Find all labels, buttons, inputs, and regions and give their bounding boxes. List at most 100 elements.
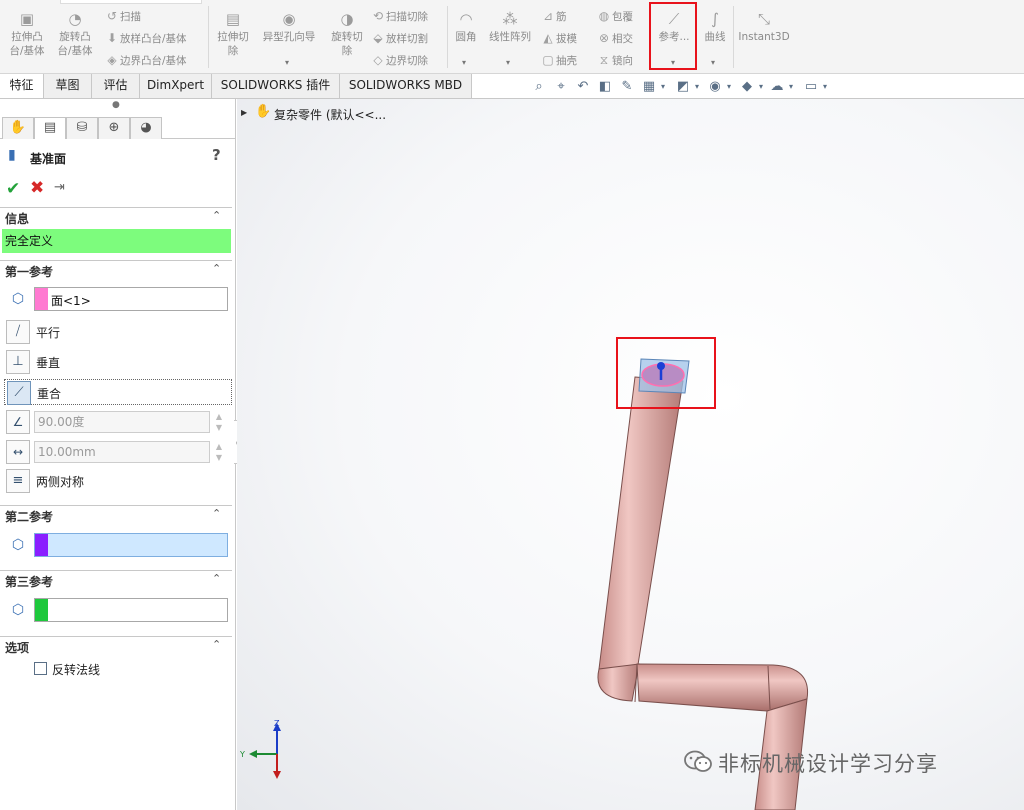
cancel-button[interactable]: ✖ bbox=[30, 178, 44, 198]
section-view-icon[interactable]: ◧ bbox=[596, 78, 614, 96]
collapse-chevron-icon[interactable]: ⌃ bbox=[212, 638, 221, 651]
collapse-chevron-icon[interactable]: ⌃ bbox=[212, 262, 221, 275]
angle-option[interactable]: ∠ 90.00度 ▲ ▼ bbox=[4, 409, 232, 435]
apply-scene-dropdown-icon[interactable]: ▾ bbox=[782, 78, 800, 96]
angle-spinner-icon[interactable]: ▲ ▼ bbox=[212, 411, 226, 433]
instant3d-label: Instant3D bbox=[738, 31, 790, 43]
angle-input[interactable]: 90.00度 bbox=[34, 411, 210, 433]
mirror-button[interactable]: ⧖ 镜向 bbox=[596, 52, 633, 69]
collapse-chevron-icon[interactable]: ⌃ bbox=[212, 507, 221, 520]
panel-grip-icon[interactable]: ● bbox=[112, 100, 120, 110]
tube-segment-horizontal[interactable] bbox=[636, 663, 809, 712]
hide-show-dropdown-icon[interactable]: ▾ bbox=[720, 78, 738, 96]
shell-button[interactable]: ▢ 抽壳 bbox=[540, 52, 577, 69]
section-header-second-reference[interactable]: 第二参考 ⌃ bbox=[0, 505, 232, 524]
ok-button[interactable]: ✔ bbox=[6, 179, 20, 199]
second-reference-selection-box[interactable] bbox=[34, 533, 228, 557]
linear-pattern-label: 线性阵列 bbox=[489, 31, 531, 43]
sweep-cut-button[interactable]: ⟲ 扫描切除 bbox=[370, 8, 428, 25]
wrap-label: 包覆 bbox=[612, 11, 633, 23]
section-header-first-reference[interactable]: 第一参考 ⌃ bbox=[0, 260, 232, 279]
angle-icon: ∠ bbox=[6, 410, 30, 434]
flip-normal-label: 反转法线 bbox=[52, 663, 101, 677]
view-orientation-dropdown-icon[interactable]: ▾ bbox=[654, 78, 672, 96]
section-title: 信息 bbox=[5, 212, 30, 226]
section-header-third-reference[interactable]: 第三参考 ⌃ bbox=[0, 570, 232, 589]
revolve-cut-icon: ◑ bbox=[340, 10, 354, 28]
zoom-to-area-icon[interactable]: ⌖ bbox=[552, 78, 570, 96]
collapse-chevron-icon[interactable]: ⌃ bbox=[212, 572, 221, 585]
first-reference-selection-box[interactable]: 面<1> bbox=[34, 287, 228, 311]
graphics-area[interactable]: ▶ ✋ 复杂零件 (默认<<... Z Y 非标机械设计学习分享 bbox=[237, 99, 1024, 810]
view-settings-dropdown-icon[interactable]: ▾ bbox=[816, 78, 834, 96]
display-style-dropdown-icon[interactable]: ▾ bbox=[688, 78, 706, 96]
displaymanager-tab-icon[interactable]: ◕ bbox=[130, 117, 162, 139]
configurationmanager-tab-icon[interactable]: ⛁ bbox=[66, 117, 98, 139]
extrude-boss-label-1: 拉伸凸 bbox=[11, 31, 43, 43]
section-header-info[interactable]: 信息 ⌃ bbox=[0, 207, 232, 226]
tab-evaluate[interactable]: 评估 bbox=[92, 74, 140, 98]
ribbon-separator bbox=[733, 6, 734, 68]
tab-features[interactable]: 特征 bbox=[0, 74, 44, 98]
zoom-to-fit-icon[interactable]: ⌕ bbox=[530, 78, 548, 96]
draft-button[interactable]: ◭ 拔模 bbox=[540, 30, 577, 47]
tab-label: SOLIDWORKS MBD bbox=[348, 78, 463, 92]
distance-spinner-icon[interactable]: ▲ ▼ bbox=[212, 441, 226, 463]
tube-elbow-lower[interactable] bbox=[597, 663, 640, 702]
help-button[interactable]: ? bbox=[212, 146, 221, 164]
previous-view-icon[interactable]: ↶ bbox=[574, 78, 592, 96]
pin-button[interactable]: ⇥ bbox=[54, 180, 65, 195]
tube-segment-upper[interactable] bbox=[598, 376, 684, 672]
loft-boss-button[interactable]: ⬇ 放样凸台/基体 bbox=[104, 30, 187, 47]
curves-dropdown-icon[interactable]: ▾ bbox=[711, 58, 715, 67]
face-selection-icon: ⬡ bbox=[11, 537, 25, 553]
fillet-dropdown-icon[interactable]: ▾ bbox=[462, 58, 466, 67]
tab-dimxpert[interactable]: DimXpert bbox=[140, 74, 212, 98]
hole-wizard-dropdown-icon[interactable]: ▾ bbox=[285, 58, 289, 67]
tab-solidworks-mbd[interactable]: SOLIDWORKS MBD bbox=[340, 74, 472, 98]
parallel-option[interactable]: ⧸ 平行 bbox=[4, 319, 232, 345]
extrude-boss-button[interactable]: ▣ 拉伸凸 台/基体 bbox=[6, 10, 48, 58]
fillet-button[interactable]: ◠ 圆角 bbox=[451, 10, 481, 44]
extrude-cut-button[interactable]: ▤ 拉伸切 除 bbox=[212, 10, 254, 58]
boundary-boss-button[interactable]: ◈ 边界凸台/基体 bbox=[104, 52, 186, 69]
featuremanager-tab-icon[interactable]: ✋ bbox=[2, 117, 34, 139]
curves-button[interactable]: ∫ 曲线 bbox=[700, 10, 730, 44]
distance-option[interactable]: ↔ 10.00mm ▲ ▼ bbox=[4, 439, 232, 465]
sweep-button[interactable]: ↺ 扫描 bbox=[104, 8, 141, 25]
rib-button[interactable]: ⊿ 筋 bbox=[540, 8, 567, 25]
third-reference-selection-box[interactable] bbox=[34, 598, 228, 622]
instant3d-button[interactable]: ⤡ Instant3D bbox=[736, 10, 792, 44]
loft-cut-button[interactable]: ⬙ 放样切割 bbox=[370, 30, 428, 47]
mid-plane-option[interactable]: ≡ 两侧对称 bbox=[4, 468, 232, 494]
revolve-boss-button[interactable]: ◔ 旋转凸 台/基体 bbox=[54, 10, 96, 58]
boundary-cut-button[interactable]: ◇ 边界切除 bbox=[370, 52, 428, 69]
status-message: 完全定义 bbox=[2, 229, 231, 253]
wrap-icon: ◍ bbox=[598, 9, 610, 23]
wrap-button[interactable]: ◍ 包覆 bbox=[596, 8, 633, 25]
section-header-options[interactable]: 选项 ⌃ bbox=[0, 636, 232, 655]
flip-normal-checkbox[interactable] bbox=[34, 662, 47, 675]
revolve-cut-button[interactable]: ◑ 旋转切 除 bbox=[326, 10, 368, 58]
collapse-chevron-icon[interactable]: ⌃ bbox=[212, 209, 221, 222]
loft-cut-icon: ⬙ bbox=[373, 31, 383, 45]
propertymanager-tab-icon[interactable]: ▤ bbox=[34, 117, 66, 139]
distance-input[interactable]: 10.00mm bbox=[34, 441, 210, 463]
linear-pattern-dropdown-icon[interactable]: ▾ bbox=[506, 58, 510, 67]
plane-handle-icon[interactable] bbox=[657, 362, 665, 370]
part-model-view[interactable] bbox=[237, 99, 1024, 810]
dynamic-annotation-icon[interactable]: ✎ bbox=[618, 78, 636, 96]
section-title: 第一参考 bbox=[5, 265, 54, 279]
coincident-option[interactable]: ⟋ 重合 bbox=[4, 379, 232, 405]
linear-pattern-button[interactable]: ⁂ 线性阵列 bbox=[484, 10, 536, 44]
hole-wizard-label: 异型孔向导 bbox=[262, 31, 316, 43]
tab-sketch[interactable]: 草图 bbox=[44, 74, 92, 98]
intersect-button[interactable]: ⊗ 相交 bbox=[596, 30, 633, 47]
dimxpertmanager-tab-icon[interactable]: ⊕ bbox=[98, 117, 130, 139]
reference-triad: Z Y bbox=[239, 719, 281, 779]
perpendicular-icon: ⊥ bbox=[6, 350, 30, 374]
hole-wizard-button[interactable]: ◉ 异型孔向导 bbox=[258, 10, 320, 44]
tab-label: 草图 bbox=[55, 78, 80, 92]
perpendicular-option[interactable]: ⊥ 垂直 bbox=[4, 349, 232, 375]
tab-solidworks-addins[interactable]: SOLIDWORKS 插件 bbox=[212, 74, 340, 98]
